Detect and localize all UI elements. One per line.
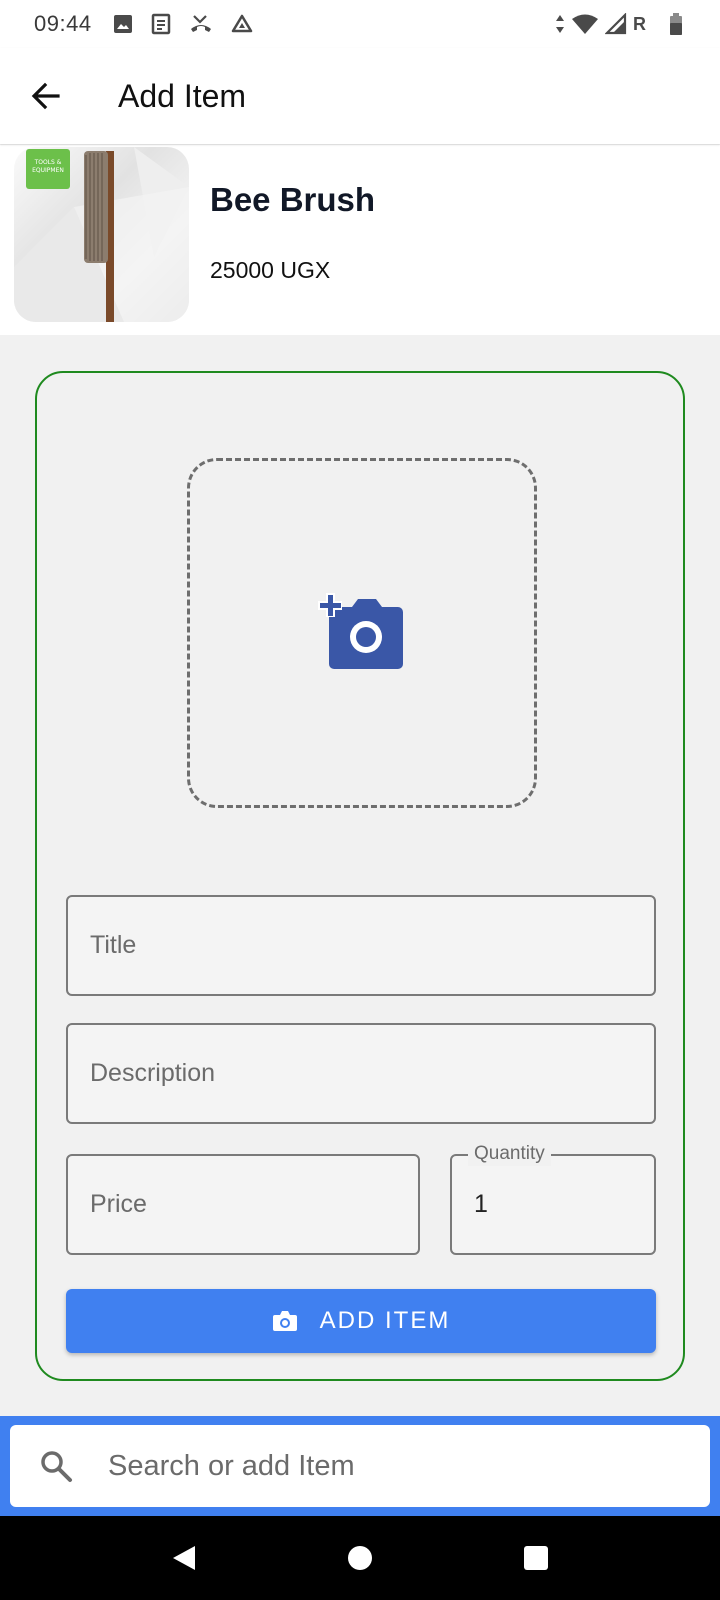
product-name: Bee Brush bbox=[210, 181, 376, 218]
nav-recents-button[interactable] bbox=[506, 1528, 566, 1588]
missed-call-icon bbox=[190, 15, 211, 32]
price-input[interactable] bbox=[68, 1156, 418, 1253]
search-box[interactable] bbox=[10, 1425, 710, 1507]
camera-icon bbox=[272, 1311, 297, 1331]
product-badge: TOOLS & EQUIPMEN bbox=[26, 149, 70, 189]
notification-icons bbox=[112, 13, 254, 35]
back-button[interactable] bbox=[22, 72, 70, 120]
system-nav-bar bbox=[0, 1516, 720, 1600]
product-thumbnail: TOOLS & EQUIPMEN bbox=[14, 147, 189, 322]
search-icon[interactable] bbox=[36, 1446, 76, 1486]
page-title: Add Item bbox=[118, 77, 247, 114]
home-circle-icon bbox=[348, 1546, 372, 1570]
wifi-icon bbox=[572, 14, 598, 34]
signal-icon bbox=[605, 13, 627, 35]
news-icon bbox=[151, 13, 170, 35]
battery-icon bbox=[670, 13, 682, 35]
search-input[interactable] bbox=[108, 1449, 668, 1483]
add-item-form: Quantity ADD ITEM bbox=[35, 371, 685, 1381]
nav-back-button[interactable] bbox=[154, 1528, 214, 1588]
drive-icon bbox=[231, 14, 252, 33]
add-item-button[interactable]: ADD ITEM bbox=[66, 1289, 656, 1353]
nav-home-button[interactable] bbox=[330, 1528, 390, 1588]
add-photo-icon bbox=[318, 593, 403, 669]
search-bar-container bbox=[0, 1416, 720, 1516]
data-arrows-icon bbox=[556, 15, 564, 33]
arrow-left-icon bbox=[31, 82, 60, 110]
carrier-indicator: R bbox=[633, 13, 646, 34]
price-field[interactable] bbox=[66, 1154, 420, 1255]
title-field[interactable] bbox=[66, 895, 656, 996]
status-time: 09:44 bbox=[34, 11, 92, 36]
app-bar: Add Item bbox=[0, 48, 720, 144]
add-item-button-label: ADD ITEM bbox=[319, 1307, 451, 1334]
photo-upload-area[interactable] bbox=[187, 458, 537, 808]
status-bar: 09:44 R bbox=[0, 0, 720, 48]
recents-square-icon bbox=[524, 1546, 548, 1570]
quantity-field[interactable]: Quantity bbox=[450, 1142, 656, 1255]
description-field[interactable] bbox=[66, 1023, 656, 1124]
product-price: 25000 UGX bbox=[210, 257, 331, 283]
quantity-input[interactable] bbox=[452, 1156, 654, 1253]
image-icon bbox=[113, 15, 132, 33]
status-right: R bbox=[555, 12, 686, 36]
product-summary: TOOLS & EQUIPMEN Bee Brush 25000 UGX bbox=[0, 145, 720, 335]
quantity-label: Quantity bbox=[468, 1142, 551, 1166]
description-input[interactable] bbox=[68, 1025, 654, 1122]
add-item-screen: 09:44 R Add Item TOOLS & EQUIPMEN Bee Br… bbox=[0, 0, 720, 1600]
back-triangle-icon bbox=[173, 1546, 195, 1570]
title-input[interactable] bbox=[68, 897, 654, 994]
